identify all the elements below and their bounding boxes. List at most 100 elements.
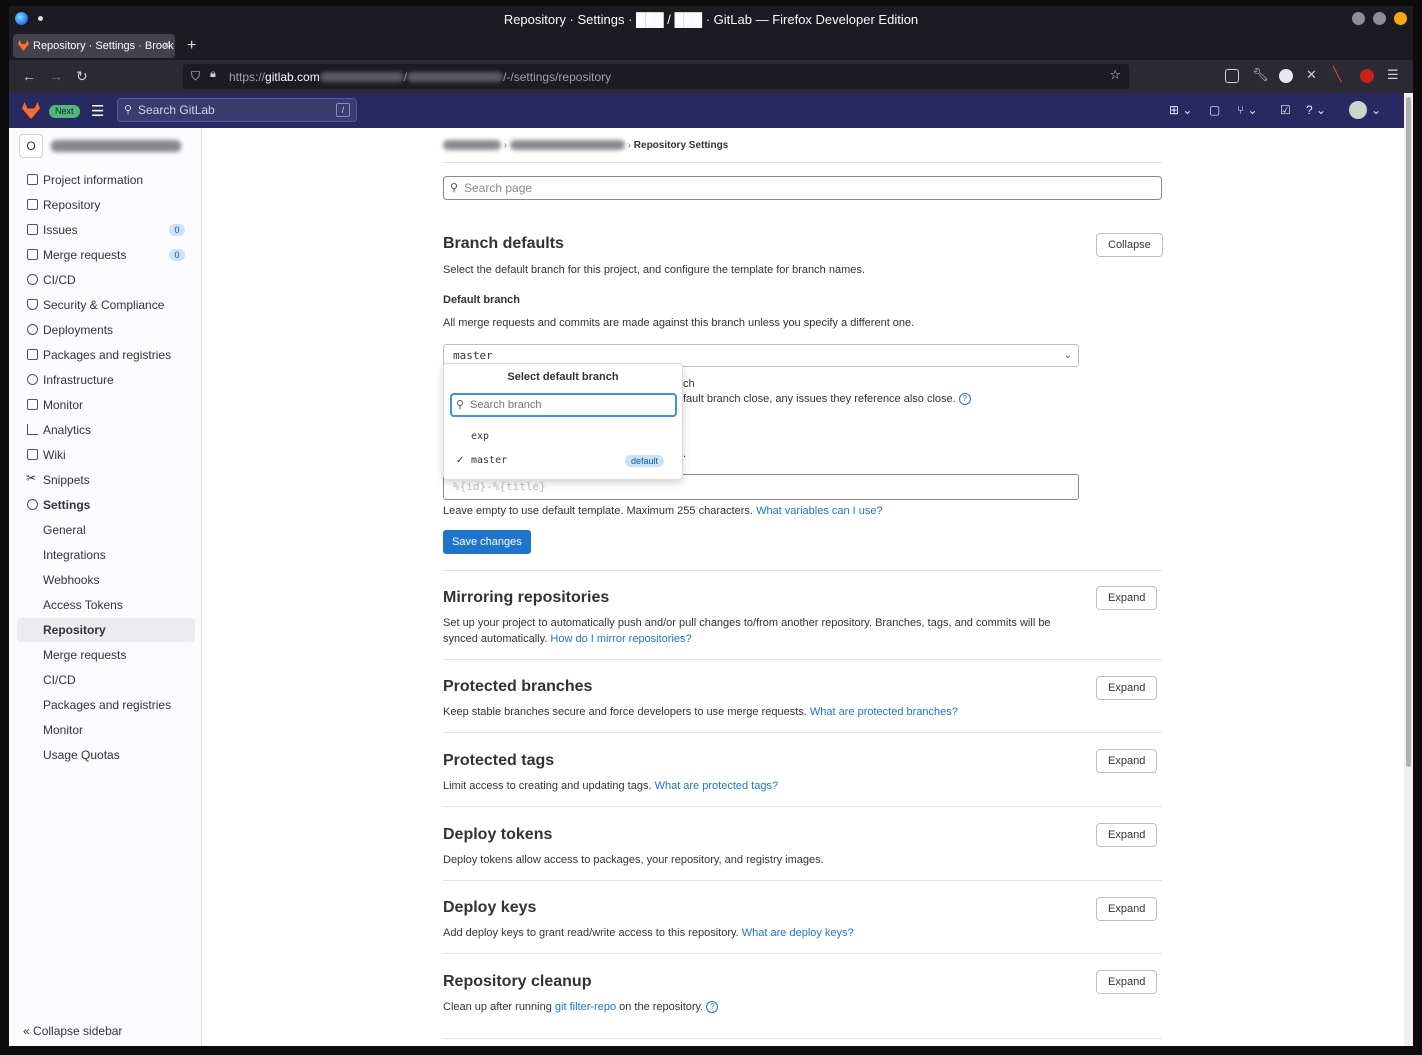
gitlab-search-input[interactable]: ⚲ Search GitLab / xyxy=(117,98,357,122)
tab-bar: Repository · Settings · Brook × + xyxy=(9,32,1413,60)
mirroring-expand-button[interactable]: Expand xyxy=(1096,586,1158,610)
sidebar-subitem-access-tokens[interactable]: Access Tokens xyxy=(17,593,195,617)
collapse-sidebar-button[interactable]: « Collapse sidebar xyxy=(23,1024,122,1038)
check-icon: ✓ xyxy=(456,455,465,466)
sidebar-subitem-usage-quotas[interactable]: Usage Quotas xyxy=(17,743,195,767)
sidebar-item-monitor[interactable]: Monitor xyxy=(17,393,195,417)
sidebar-subitem-webhooks[interactable]: Webhooks xyxy=(17,568,195,592)
todos-icon[interactable]: ☑ xyxy=(1280,103,1291,117)
bookmark-star-icon[interactable]: ☆ xyxy=(1109,67,1121,83)
extension-slash-icon[interactable]: ╲ xyxy=(1333,66,1341,83)
extension-bird-icon[interactable]: ✕ xyxy=(1306,67,1317,83)
deploy-tokens-desc: Deploy tokens allow access to packages, … xyxy=(443,854,824,866)
deploy-keys-desc: Add deploy keys to grant read/write acce… xyxy=(443,925,854,941)
redacted-text xyxy=(319,71,404,82)
protected-branches-desc: Keep stable branches secure and force de… xyxy=(443,704,958,720)
navigation-bar: ← → ↻ ⛉ 🔒︎ https://gitlab.com //-/setting… xyxy=(9,60,1413,93)
mirroring-help-link[interactable]: How do I mirror repositories? xyxy=(550,633,691,645)
template-variables-link[interactable]: What variables can I use? xyxy=(756,505,883,517)
sidebar-item-repository[interactable]: Repository xyxy=(17,193,195,217)
chevron-down-icon[interactable]: ⌄ xyxy=(1371,103,1381,117)
help-circle-icon[interactable]: ? xyxy=(706,1001,719,1014)
lock-icon: 🔒︎ xyxy=(210,68,216,80)
project-header[interactable]: O xyxy=(19,134,181,158)
collapse-button[interactable]: Collapse xyxy=(1096,233,1163,257)
sidebar-item-infrastructure[interactable]: Infrastructure xyxy=(17,368,195,392)
maximize-button[interactable] xyxy=(1373,12,1386,25)
issues-icon[interactable]: ▢ xyxy=(1209,103,1220,117)
divider xyxy=(443,732,1162,733)
sidebar-item-settings[interactable]: Settings xyxy=(17,493,195,517)
selected-branch-value: master xyxy=(453,349,493,362)
sidebar-item-label: Packages and registries xyxy=(43,348,172,362)
scrollbar-thumb[interactable] xyxy=(1406,97,1411,767)
back-icon[interactable]: ← xyxy=(22,68,36,84)
shield-icon: ⛉ xyxy=(191,69,201,83)
breadcrumb-redacted[interactable] xyxy=(443,140,501,151)
chevron-down-icon: ⌄ xyxy=(1063,350,1072,361)
forward-icon[interactable]: → xyxy=(49,68,63,84)
repository-cleanup-expand-button[interactable]: Expand xyxy=(1096,970,1158,994)
sidebar-subitem-monitor[interactable]: Monitor xyxy=(17,718,195,742)
sidebar-subitem-label: Repository xyxy=(43,623,106,637)
page-scrollbar[interactable] xyxy=(1404,93,1413,1046)
protected-tags-expand-button[interactable]: Expand xyxy=(1096,749,1158,773)
deploy-tokens-expand-button[interactable]: Expand xyxy=(1096,823,1158,847)
extension-b-icon[interactable] xyxy=(1279,69,1293,83)
branch-option-master[interactable]: ✓ master default xyxy=(444,450,682,472)
menu-dot-icon[interactable] xyxy=(38,16,43,21)
sidebar-item-analytics[interactable]: Analytics xyxy=(17,418,195,442)
next-badge[interactable]: Next xyxy=(49,105,80,118)
gitlab-logo-icon[interactable] xyxy=(22,102,40,119)
protected-branches-link[interactable]: What are protected branches? xyxy=(810,706,958,718)
sidebar-subitem-packages[interactable]: Packages and registries xyxy=(17,693,195,717)
sidebar-item-security[interactable]: Security & Compliance xyxy=(17,293,195,317)
sidebar-item-project-information[interactable]: Project information xyxy=(17,168,195,192)
deploy-keys-link[interactable]: What are deploy keys? xyxy=(742,927,854,939)
sidebar-subitem-ci-cd[interactable]: CI/CD xyxy=(17,668,195,692)
user-avatar[interactable] xyxy=(1349,101,1367,119)
breadcrumb-redacted[interactable] xyxy=(509,140,625,151)
mirroring-title: Mirroring repositories xyxy=(443,589,610,606)
sidebar-item-merge-requests[interactable]: Merge requests 0 xyxy=(17,243,195,267)
protected-branches-expand-button[interactable]: Expand xyxy=(1096,676,1158,700)
reload-icon[interactable]: ↻ xyxy=(76,68,88,85)
sidebar-item-wiki[interactable]: Wiki xyxy=(17,443,195,467)
sidebar-item-snippets[interactable]: ✂ Snippets xyxy=(17,468,195,492)
branch-option-exp[interactable]: exp xyxy=(444,426,682,448)
sidebar-subitem-integrations[interactable]: Integrations xyxy=(17,543,195,567)
minimize-button[interactable] xyxy=(1352,12,1365,25)
help-icon[interactable]: ? ⌄ xyxy=(1306,103,1326,117)
save-changes-button[interactable]: Save changes xyxy=(443,530,531,554)
sidebar-item-issues[interactable]: Issues 0 xyxy=(17,218,195,242)
help-circle-icon[interactable]: ? xyxy=(958,393,971,406)
close-tab-icon[interactable]: × xyxy=(163,38,170,52)
search-branch-input[interactable]: ⚲ Search branch xyxy=(450,393,677,417)
sidebar-item-packages[interactable]: Packages and registries xyxy=(17,343,195,367)
sidebar-subitem-merge-requests[interactable]: Merge requests xyxy=(17,643,195,667)
close-window-button[interactable] xyxy=(1394,12,1407,25)
new-tab-icon[interactable]: + xyxy=(187,37,196,55)
sidebar-item-deployments[interactable]: Deployments xyxy=(17,318,195,342)
merge-requests-icon[interactable]: ⑂ ⌄ xyxy=(1237,103,1258,117)
sidebar-subitem-general[interactable]: General xyxy=(17,518,195,542)
url-bar[interactable]: ⛉ 🔒︎ https://gitlab.com //-/settings/repo… xyxy=(183,64,1129,89)
wrench-icon[interactable]: 🔧︎ xyxy=(1252,67,1269,83)
info-icon xyxy=(27,174,38,185)
tab-repository-settings[interactable]: Repository · Settings · Brook × xyxy=(13,34,175,58)
extension-ublock-icon[interactable] xyxy=(1360,69,1374,83)
url-host: gitlab.com xyxy=(265,69,320,84)
deploy-keys-expand-button[interactable]: Expand xyxy=(1096,897,1158,921)
protected-tags-link[interactable]: What are protected tags? xyxy=(655,780,779,792)
app-menu-icon[interactable]: ☰ xyxy=(1387,67,1399,83)
sidebar-subitem-repository[interactable]: Repository xyxy=(17,618,195,642)
search-placeholder: Search GitLab xyxy=(138,103,215,117)
git-filter-repo-link[interactable]: git filter-repo xyxy=(555,1001,616,1013)
sidebar-item-ci-cd[interactable]: CI/CD xyxy=(17,268,195,292)
create-new-icon[interactable]: ⊞ ⌄ xyxy=(1169,103,1192,117)
sidebar: O Project information Repository Issues 0… xyxy=(9,128,202,1046)
pocket-icon[interactable] xyxy=(1225,69,1239,83)
hamburger-menu-icon[interactable]: ☰ xyxy=(91,102,104,120)
dropdown-header: Select default branch xyxy=(507,371,619,383)
search-page-input[interactable]: ⚲ Search page xyxy=(443,176,1162,200)
